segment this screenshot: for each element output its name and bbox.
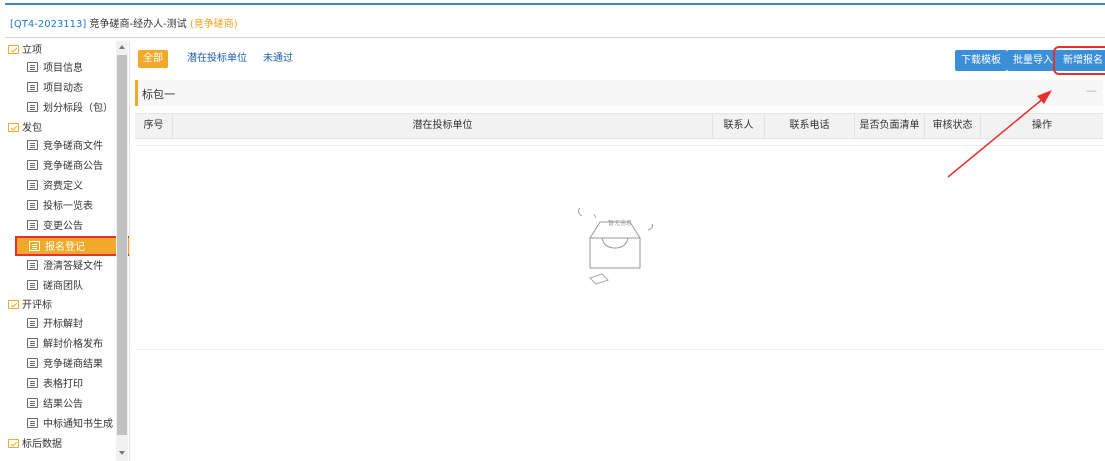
sidebar-group-label: 标后数据 (22, 439, 62, 450)
document-icon (27, 62, 38, 72)
scrollbar-thumb[interactable] (117, 55, 127, 435)
sidebar-item-clarification-docs[interactable]: 澄清答疑文件 (27, 257, 103, 277)
scroll-up-icon[interactable] (119, 45, 125, 49)
sidebar-group-lixiang[interactable]: 立项 (8, 41, 42, 61)
document-icon (29, 241, 40, 251)
folder-check-icon (8, 300, 19, 309)
section-title: 标包一 (142, 88, 175, 101)
sidebar-item-label: 竞争磋商结果 (43, 359, 103, 370)
project-id: [QT4-2023113] (10, 19, 87, 30)
sidebar-item-bid-opening[interactable]: 开标解封 (27, 315, 83, 335)
folder-check-icon (8, 45, 19, 54)
sidebar-item-label: 投标一览表 (43, 201, 93, 212)
document-icon (27, 82, 38, 92)
scroll-down-icon[interactable] (119, 451, 125, 455)
sidebar-item-registration[interactable]: 报名登记 (15, 236, 129, 256)
sidebar-group-fabao[interactable]: 发包 (8, 119, 42, 139)
sidebar-item-project-news[interactable]: 项目动态 (27, 79, 83, 99)
document-icon (27, 338, 38, 348)
document-icon (27, 140, 38, 150)
document-icon (27, 398, 38, 408)
sidebar-item-label: 中标通知书生成 (43, 419, 113, 430)
sidebar-item-label: 澄清答疑文件 (43, 261, 103, 272)
empty-box-icon (577, 207, 653, 285)
document-icon (27, 200, 38, 210)
sidebar-item-label: 开标解封 (43, 319, 83, 330)
folder-check-icon (8, 439, 19, 448)
document-icon (27, 318, 38, 328)
title-bar: [QT4-2023113] 竞争磋商-经办人-测试 (竞争磋商) (5, 5, 1105, 38)
sidebar-item-label: 项目信息 (43, 63, 83, 74)
sidebar-scrollbar[interactable] (116, 41, 128, 461)
sidebar-group-label: 发包 (22, 123, 42, 134)
document-icon (27, 180, 38, 190)
project-name: 竞争磋商-经办人-测试 (89, 19, 187, 30)
download-template-button[interactable]: 下载模板 (955, 50, 1007, 71)
document-icon (27, 280, 38, 290)
document-icon (27, 102, 38, 112)
sidebar-item-label: 竞争磋商公告 (43, 161, 103, 172)
folder-check-icon (8, 123, 19, 132)
sidebar-group-label: 立项 (22, 45, 42, 56)
sidebar-item-fee-definition[interactable]: 资费定义 (27, 177, 83, 197)
sidebar-item-consult-notice[interactable]: 竞争磋商公告 (27, 157, 103, 177)
sidebar-item-label: 磋商团队 (43, 281, 83, 292)
sidebar: 立项 项目信息 项目动态 划分标段（包） 发包 竞争磋商文件 竞争磋商公告 资费… (5, 41, 130, 461)
document-icon (27, 378, 38, 388)
document-icon (27, 160, 38, 170)
sidebar-item-consult-docs[interactable]: 竞争磋商文件 (27, 137, 103, 157)
sidebar-item-label: 项目动态 (43, 83, 83, 94)
column-header-bidder: 潜在投标单位 (173, 114, 713, 138)
sidebar-item-label: 变更公告 (43, 221, 83, 232)
sidebar-item-label: 解封价格发布 (43, 339, 103, 350)
document-icon (27, 358, 38, 368)
sidebar-item-form-print[interactable]: 表格打印 (27, 375, 83, 395)
empty-state-text: 暂无信息 (608, 220, 633, 227)
sidebar-item-label: 报名登记 (45, 242, 85, 253)
page-title: [QT4-2023113] 竞争磋商-经办人-测试 (竞争磋商) (10, 15, 238, 30)
sidebar-item-label: 资费定义 (43, 181, 83, 192)
sidebar-item-change-notice[interactable]: 变更公告 (27, 217, 83, 237)
document-icon (27, 260, 38, 270)
sidebar-item-label: 竞争磋商文件 (43, 141, 103, 152)
document-icon (27, 418, 38, 428)
sidebar-item-consult-team[interactable]: 磋商团队 (27, 277, 83, 297)
column-header-index: 序号 (135, 114, 173, 138)
sidebar-item-consult-result[interactable]: 竞争磋商结果 (27, 355, 103, 375)
sidebar-item-price-release[interactable]: 解封价格发布 (27, 335, 103, 355)
column-header-contact: 联系人 (713, 114, 765, 138)
sidebar-item-divide-sections[interactable]: 划分标段（包） (27, 99, 113, 119)
add-registration-button[interactable]: 新增报名 (1053, 46, 1105, 75)
document-icon (27, 220, 38, 230)
sidebar-group-label: 开评标 (22, 300, 52, 311)
sidebar-item-label: 划分标段（包） (43, 103, 113, 114)
tab-potential-bidders[interactable]: 潜在投标单位 (182, 50, 252, 68)
batch-import-button[interactable]: 批量导入 (1007, 50, 1059, 71)
sidebar-item-label: 结果公告 (43, 399, 83, 410)
sidebar-group-post-bid-data[interactable]: 标后数据 (8, 435, 62, 455)
sidebar-group-kaipingbiao[interactable]: 开评标 (8, 296, 52, 316)
collapse-icon[interactable]: — (1086, 84, 1097, 97)
annotation-arrow-icon (947, 90, 1052, 178)
sidebar-item-label: 表格打印 (43, 379, 83, 390)
column-header-negative-list: 是否负面清单 (855, 114, 925, 138)
sidebar-item-award-letter[interactable]: 中标通知书生成 (27, 415, 113, 435)
sidebar-item-bid-overview[interactable]: 投标一览表 (27, 197, 93, 217)
tab-rejected[interactable]: 未通过 (258, 50, 298, 68)
column-header-phone: 联系电话 (765, 114, 855, 138)
sidebar-item-project-info[interactable]: 项目信息 (27, 59, 83, 79)
empty-state: 暂无信息 (560, 198, 670, 298)
sidebar-item-result-notice[interactable]: 结果公告 (27, 395, 83, 415)
project-type-tag: (竞争磋商) (189, 19, 238, 30)
tab-all[interactable]: 全部 (138, 50, 168, 68)
